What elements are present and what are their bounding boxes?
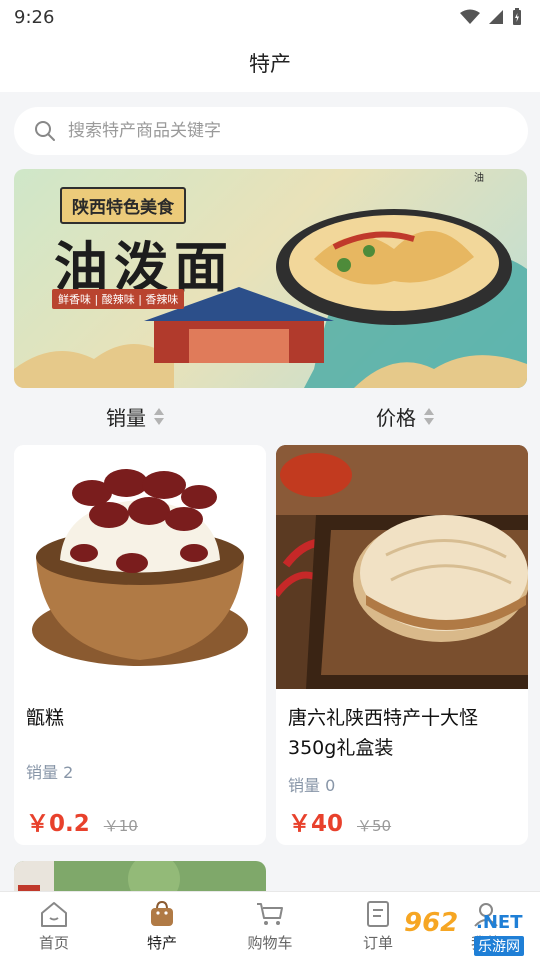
search-icon xyxy=(35,121,55,141)
tab-specialty[interactable]: 特产 xyxy=(108,892,216,960)
watermark-logo: 962 .NET 乐游网 xyxy=(400,908,532,956)
tab-cart-label: 购物车 xyxy=(247,933,293,952)
product-original-price: ￥10 xyxy=(103,817,138,835)
sort-arrows-icon xyxy=(424,407,434,425)
product-price-row: ￥0.2 ￥10 xyxy=(26,804,138,838)
svg-text:油: 油 xyxy=(474,171,484,184)
watermark-suffix: .NET xyxy=(476,912,523,933)
tab-specialty-label: 特产 xyxy=(146,933,177,952)
tab-home[interactable]: 首页 xyxy=(0,892,108,960)
product-card[interactable]: 唐六礼陕西特产十大怪350g礼盒装 销量 0 ￥40 ￥50 xyxy=(276,445,528,845)
order-icon xyxy=(367,900,389,927)
wifi-icon xyxy=(460,9,480,24)
product-sales: 销量 2 xyxy=(26,763,74,782)
product-card[interactable]: 甑糕 销量 2 ￥0.2 ￥10 xyxy=(14,445,266,845)
product-original-price: ￥50 xyxy=(357,817,392,835)
tab-cart[interactable]: 购物车 xyxy=(216,892,324,960)
status-bar: 9:26 xyxy=(0,0,540,34)
search-bar[interactable] xyxy=(14,107,528,155)
sort-sales-label: 销量 xyxy=(106,405,146,430)
status-time: 9:26 xyxy=(14,6,55,28)
tab-home-label: 首页 xyxy=(38,933,69,952)
sort-arrows-icon xyxy=(154,407,164,425)
product-price-row: ￥40 ￥50 xyxy=(288,804,391,838)
promo-banner[interactable]: 油 陕西特色美食 油泼面 鲜香味 | 酸辣味 | 香辣味 xyxy=(14,169,527,388)
product-price: ￥40 xyxy=(288,811,344,837)
sort-by-sales[interactable]: 销量 xyxy=(0,398,270,434)
product-name: 甑糕 xyxy=(26,707,65,729)
sort-price-label: 价格 xyxy=(376,405,416,430)
product-sales: 销量 0 xyxy=(288,776,336,795)
sort-bar: 销量 价格 xyxy=(0,398,540,434)
watermark-sub: 乐游网 xyxy=(474,936,524,956)
product-image xyxy=(276,445,528,689)
home-icon xyxy=(41,901,67,927)
shopping-bag-icon xyxy=(151,900,173,926)
page-header: 特产 xyxy=(0,34,540,92)
search-input[interactable] xyxy=(68,121,488,141)
signal-icon xyxy=(489,10,503,24)
status-icons xyxy=(460,8,522,26)
sort-by-price[interactable]: 价格 xyxy=(270,398,540,434)
banner-subtitle: 鲜香味 | 酸辣味 | 香辣味 xyxy=(52,289,185,309)
cart-icon xyxy=(257,902,283,925)
battery-icon xyxy=(513,8,521,25)
tab-orders-label: 订单 xyxy=(362,933,393,952)
product-image xyxy=(14,445,266,689)
product-name: 唐六礼陕西特产十大怪350g礼盒装 xyxy=(288,707,479,759)
watermark-number: 962 xyxy=(404,908,459,938)
banner-tag: 陕西特色美食 xyxy=(60,187,186,224)
page-title: 特产 xyxy=(249,52,291,76)
product-price: ￥0.2 xyxy=(26,811,90,837)
